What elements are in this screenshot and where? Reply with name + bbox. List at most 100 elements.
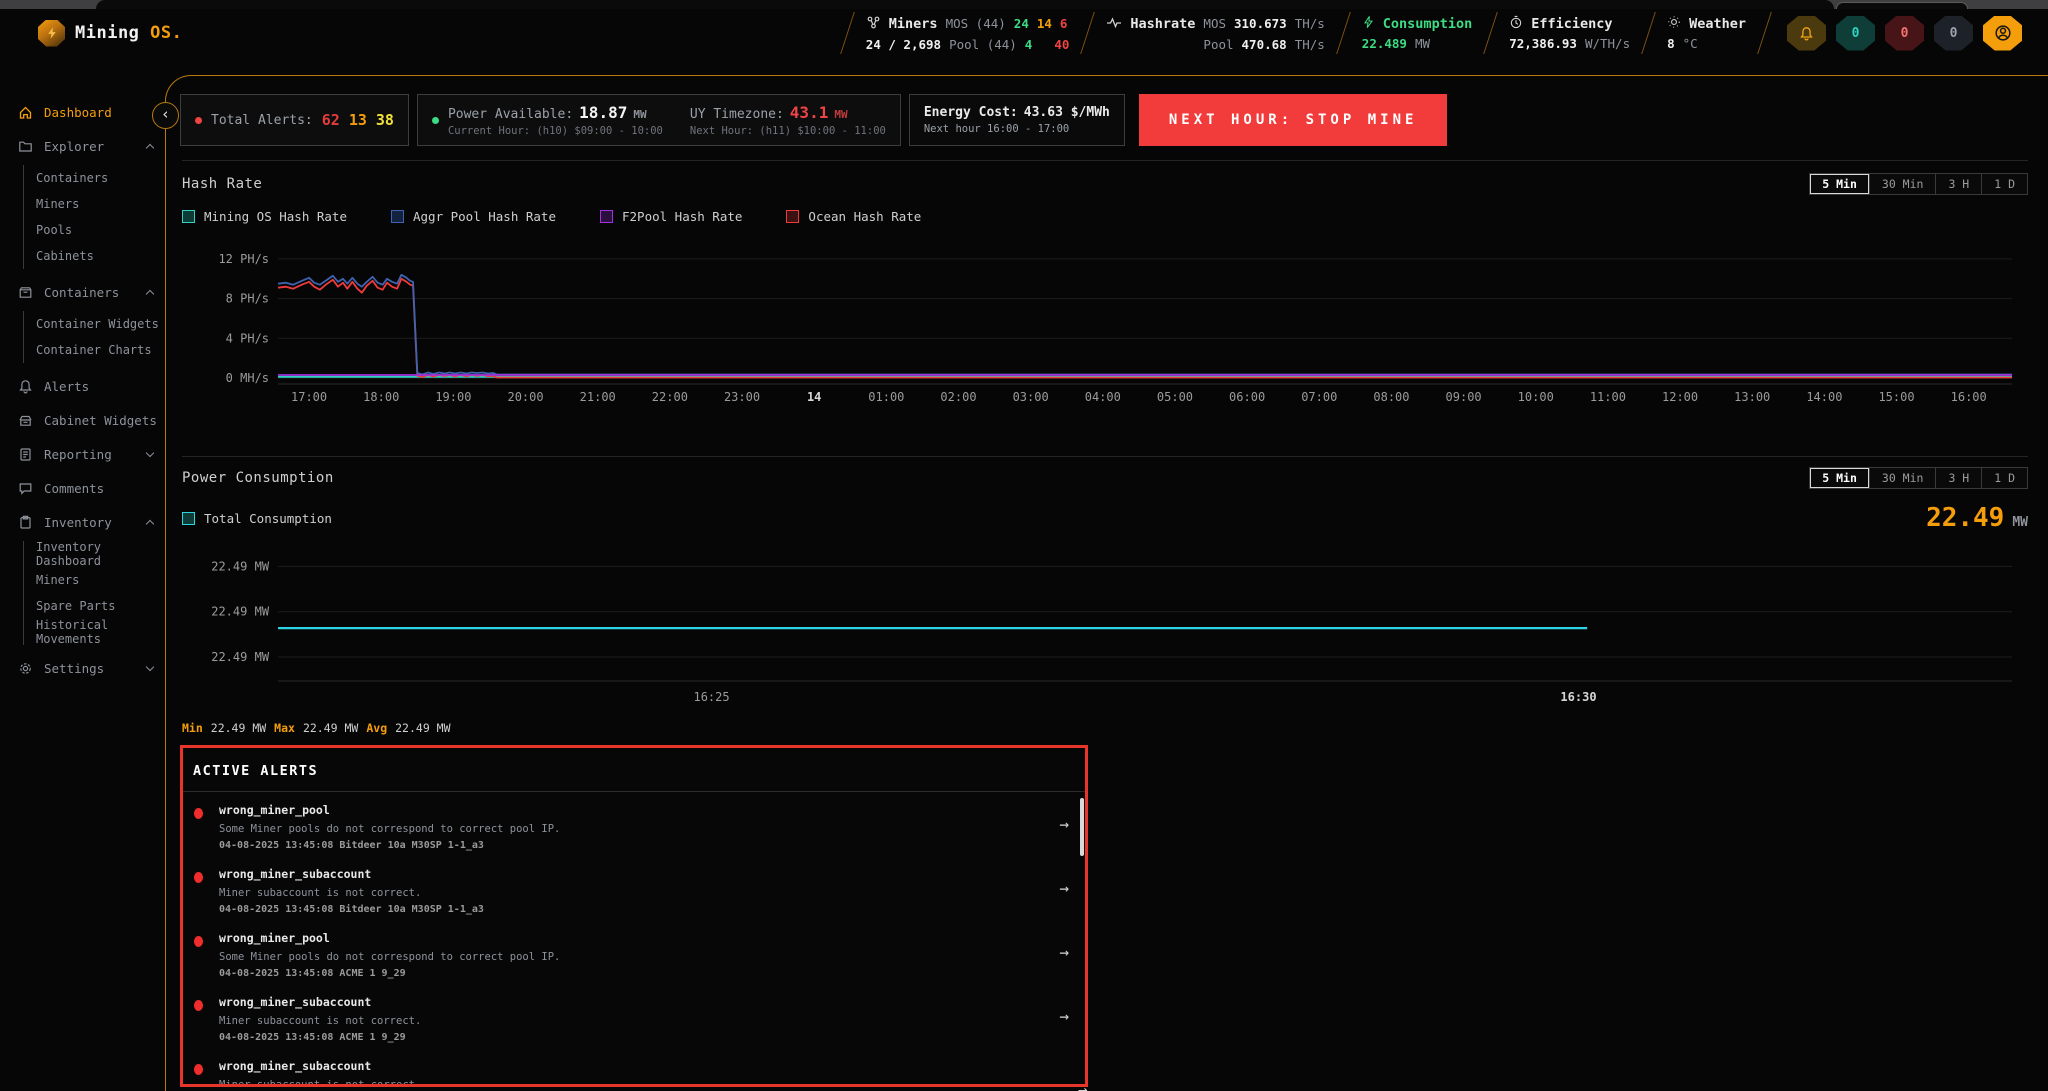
sidebar-item-dashboard[interactable]: Dashboard bbox=[0, 95, 165, 129]
alert-list-item[interactable]: wrong_miner_pool Some Miner pools do not… bbox=[183, 792, 1085, 856]
alerts-critical-count: 62 bbox=[322, 111, 340, 129]
power-consumption-title: Power Consumption bbox=[182, 470, 334, 486]
hashrate-label: Hashrate bbox=[1130, 16, 1195, 32]
timeframe-1d-button[interactable]: 1 D bbox=[1981, 468, 2027, 488]
power-available-label: Power Available: bbox=[448, 107, 573, 122]
legend-ocean-hash-rate[interactable]: Ocean Hash Rate bbox=[786, 209, 921, 224]
sidebar-item-historical-movements[interactable]: Historical Movements bbox=[24, 619, 165, 645]
hash-rate-chart: 0 MH/s4 PH/s8 PH/s12 PH/s17:0018:0019:00… bbox=[182, 240, 2028, 408]
sidebar-item-spare-parts[interactable]: Spare Parts bbox=[24, 593, 165, 619]
svg-text:05:00: 05:00 bbox=[1157, 390, 1193, 404]
timeframe-30min-button[interactable]: 30 Min bbox=[1869, 174, 1936, 194]
user-avatar-button[interactable] bbox=[1983, 16, 2022, 51]
teal-count: 0 bbox=[1852, 26, 1860, 41]
svg-text:02:00: 02:00 bbox=[940, 390, 976, 404]
timeframe-5min-button[interactable]: 5 Min bbox=[1810, 174, 1869, 194]
legend-f2pool-hash-rate[interactable]: F2Pool Hash Rate bbox=[600, 209, 742, 224]
sidebar-item-reporting[interactable]: Reporting bbox=[0, 437, 165, 471]
sidebar-item-pools[interactable]: Pools bbox=[24, 217, 165, 243]
app-title: Mining OS. bbox=[75, 23, 182, 43]
sidebar-item-comments[interactable]: Comments bbox=[0, 471, 165, 505]
chevron-up-icon bbox=[146, 144, 154, 152]
svg-text:08:00: 08:00 bbox=[1373, 390, 1409, 404]
header-stats: Miners MOS (44) 24 14 6 24 / 2,698 Pool … bbox=[847, 9, 2048, 57]
notifications-bell-button[interactable] bbox=[1787, 16, 1826, 51]
sidebar-item-containers[interactable]: Containers bbox=[24, 165, 165, 191]
legend-total-consumption[interactable]: Total Consumption bbox=[182, 511, 332, 526]
sidebar-item-settings[interactable]: Settings bbox=[0, 651, 165, 685]
consumption-value: 22.489 bbox=[1362, 36, 1407, 51]
alert-list-item[interactable]: wrong_miner_subaccount Miner subaccount … bbox=[183, 984, 1085, 1048]
timeframe-3h-button[interactable]: 3 H bbox=[1935, 174, 1981, 194]
legend-aggr-pool-hash-rate[interactable]: Aggr Pool Hash Rate bbox=[391, 209, 556, 224]
stop-mine-button[interactable]: NEXT HOUR: STOP MINE bbox=[1139, 94, 1448, 146]
legend-mining-os-hash-rate[interactable]: Mining OS Hash Rate bbox=[182, 209, 347, 224]
arrow-right-icon[interactable]: → bbox=[1059, 1007, 1069, 1026]
alert-list-item[interactable]: wrong_miner_subaccount Miner subaccount … bbox=[183, 1048, 1085, 1087]
timeframe-1d-button[interactable]: 1 D bbox=[1981, 174, 2027, 194]
power-stats-row: Min 22.49 MW Max 22.49 MW Avg 22.49 MW bbox=[182, 721, 2028, 735]
arrow-right-icon[interactable]: → bbox=[1059, 815, 1069, 834]
weather-value: 8 bbox=[1667, 36, 1675, 51]
sun-icon bbox=[1667, 15, 1681, 32]
top-header: Mining OS. Miners MOS (44) 24 14 6 bbox=[0, 9, 2048, 57]
app-logo[interactable]: Mining OS. bbox=[38, 20, 182, 47]
active-alerts-title: ACTIVE ALERTS bbox=[183, 748, 1085, 792]
miners-ok-count: 24 bbox=[1014, 16, 1029, 31]
sidebar-label-settings: Settings bbox=[44, 661, 104, 676]
miners-pool-label: Pool (44) bbox=[949, 37, 1017, 52]
sidebar-item-cabinets[interactable]: Cabinets bbox=[24, 243, 165, 269]
miners-error-count: 6 bbox=[1060, 16, 1068, 31]
container-icon bbox=[17, 285, 33, 300]
hashrate-pool-value: 470.68 bbox=[1242, 37, 1287, 52]
teal-counter-badge[interactable]: 0 bbox=[1836, 16, 1875, 51]
sidebar-item-explorer[interactable]: Explorer bbox=[0, 129, 165, 163]
sidebar-item-container-charts[interactable]: Container Charts bbox=[24, 337, 165, 363]
sidebar-collapse-button[interactable]: ‹ bbox=[152, 102, 179, 129]
timeframe-3h-button[interactable]: 3 H bbox=[1935, 468, 1981, 488]
svg-text:8 PH/s: 8 PH/s bbox=[226, 292, 269, 306]
svg-text:07:00: 07:00 bbox=[1301, 390, 1337, 404]
svg-text:19:00: 19:00 bbox=[435, 390, 471, 404]
hashrate-mos-value: 310.673 bbox=[1234, 16, 1287, 31]
max-label: Max bbox=[274, 721, 295, 735]
alerts-scrollbar[interactable] bbox=[1080, 798, 1084, 856]
header-badges: 0 0 0 bbox=[1765, 9, 2048, 57]
alert-timestamp: 04-08-2025 13:45:08 Bitdeer 10a M30SP 1-… bbox=[219, 840, 1045, 851]
sidebar-item-cabinet-widgets[interactable]: Cabinet Widgets bbox=[0, 403, 165, 437]
sidebar-item-containers-group[interactable]: Containers bbox=[0, 275, 165, 309]
arrow-right-icon[interactable]: → bbox=[1078, 1080, 1088, 1091]
stat-hashrate: Hashrate MOS 310.673 TH/s Pool 470.68 TH… bbox=[1088, 9, 1342, 57]
legend-swatch-blue bbox=[391, 210, 404, 223]
hashrate-mos-unit: TH/s bbox=[1295, 16, 1325, 31]
red-counter-badge[interactable]: 0 bbox=[1885, 16, 1924, 51]
svg-text:17:00: 17:00 bbox=[291, 390, 327, 404]
stat-miners: Miners MOS (44) 24 14 6 24 / 2,698 Pool … bbox=[848, 9, 1088, 57]
sidebar-item-inventory[interactable]: Inventory bbox=[0, 505, 165, 539]
gray-count: 0 bbox=[1950, 26, 1958, 41]
arrow-right-icon[interactable]: → bbox=[1059, 879, 1069, 898]
sidebar-label-comments: Comments bbox=[44, 481, 104, 496]
sidebar-item-inventory-miners[interactable]: Miners bbox=[24, 567, 165, 593]
stopwatch-icon bbox=[1509, 15, 1523, 32]
legend-swatch-red bbox=[786, 210, 799, 223]
timeframe-5min-button[interactable]: 5 Min bbox=[1810, 468, 1869, 488]
weather-unit: °C bbox=[1683, 36, 1698, 51]
sidebar-label-dashboard: Dashboard bbox=[44, 105, 112, 120]
sidebar-item-inventory-dashboard[interactable]: Inventory Dashboard bbox=[24, 541, 165, 567]
clipboard-icon bbox=[17, 515, 33, 530]
alert-list-item[interactable]: wrong_miner_pool Some Miner pools do not… bbox=[183, 920, 1085, 984]
gray-counter-badge[interactable]: 0 bbox=[1934, 16, 1973, 51]
sidebar-item-alerts[interactable]: Alerts bbox=[0, 369, 165, 403]
sidebar-item-container-widgets[interactable]: Container Widgets bbox=[24, 311, 165, 337]
stat-weather: Weather 8 °C bbox=[1649, 9, 1764, 57]
gear-icon bbox=[17, 661, 33, 676]
arrow-right-icon[interactable]: → bbox=[1059, 943, 1069, 962]
alert-list-item[interactable]: wrong_miner_subaccount Miner subaccount … bbox=[183, 856, 1085, 920]
timeframe-30min-button[interactable]: 30 Min bbox=[1869, 468, 1936, 488]
sidebar-item-miners[interactable]: Miners bbox=[24, 191, 165, 217]
sidebar-label-containers-group: Containers bbox=[44, 285, 119, 300]
weather-label: Weather bbox=[1689, 16, 1746, 32]
energy-cost-box: Energy Cost: 43.63 $/MWh Next hour 16:00… bbox=[909, 94, 1125, 146]
avg-label: Avg bbox=[366, 721, 387, 735]
